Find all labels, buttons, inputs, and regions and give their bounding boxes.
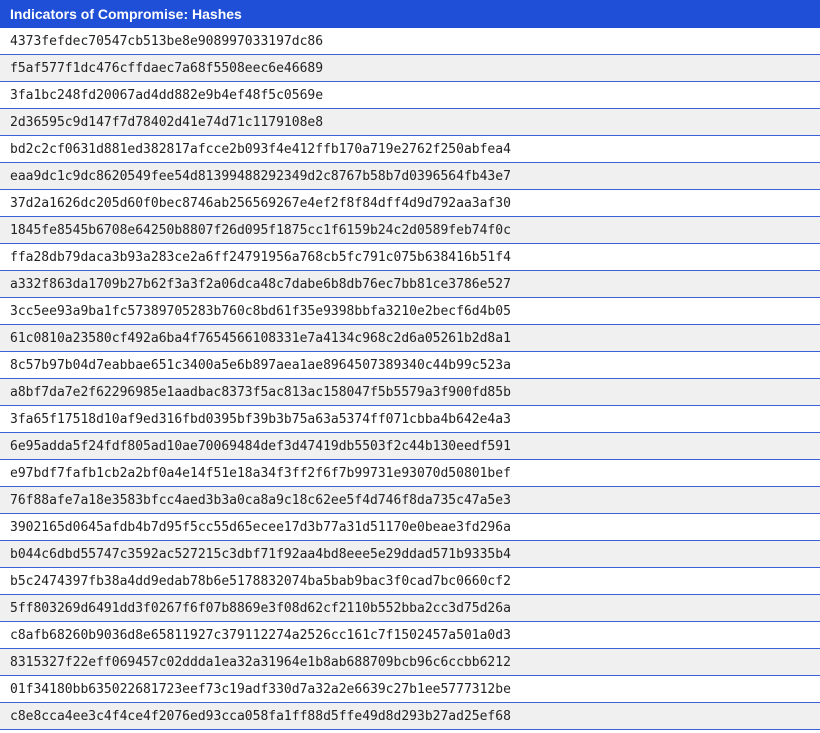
table-row: 8c57b97b04d7eabbae651c3400a5e6b897aea1ae… (0, 351, 820, 379)
hash-value: ffa28db79daca3b93a283ce2a6ff24791956a768… (0, 243, 820, 271)
hash-value: b044c6dbd55747c3592ac527215c3dbf71f92aa4… (0, 540, 820, 568)
hash-value: 3902165d0645afdb4b7d95f5cc55d65ecee17d3b… (0, 513, 820, 541)
table-row: 3902165d0645afdb4b7d95f5cc55d65ecee17d3b… (0, 513, 820, 541)
table-row: b5c2474397fb38a4dd9edab78b6e5178832074ba… (0, 567, 820, 595)
hash-value: e97bdf7fafb1cb2a2bf0a4e14f51e18a34f3ff2f… (0, 459, 820, 487)
table-row: b044c6dbd55747c3592ac527215c3dbf71f92aa4… (0, 540, 820, 568)
hash-value: b5c2474397fb38a4dd9edab78b6e5178832074ba… (0, 567, 820, 595)
table-row: 3cc5ee93a9ba1fc57389705283b760c8bd61f35e… (0, 297, 820, 325)
hash-value: 5ff803269d6491dd3f0267f6f07b8869e3f08d62… (0, 594, 820, 622)
hash-value: a332f863da1709b27b62f3a3f2a06dca48c7dabe… (0, 270, 820, 298)
table-row: e97bdf7fafb1cb2a2bf0a4e14f51e18a34f3ff2f… (0, 459, 820, 487)
hash-value: 3fa1bc248fd20067ad4dd882e9b4ef48f5c0569e (0, 81, 820, 109)
hash-value: 3cc5ee93a9ba1fc57389705283b760c8bd61f35e… (0, 297, 820, 325)
table-row: c8afb68260b9036d8e65811927c379112274a252… (0, 621, 820, 649)
table-row: 5ff803269d6491dd3f0267f6f07b8869e3f08d62… (0, 594, 820, 622)
hash-value: c8afb68260b9036d8e65811927c379112274a252… (0, 621, 820, 649)
hash-value: f5af577f1dc476cffdaec7a68f5508eec6e46689 (0, 54, 820, 82)
table-row: 76f88afe7a18e3583bfcc4aed3b3a0ca8a9c18c6… (0, 486, 820, 514)
table-row: 3fa65f17518d10af9ed316fbd0395bf39b3b75a6… (0, 405, 820, 433)
hash-value: 2d36595c9d147f7d78402d41e74d71c1179108e8 (0, 108, 820, 136)
table-header-row: Indicators of Compromise: Hashes (0, 0, 820, 28)
hash-value: 8315327f22eff069457c02ddda1ea32a31964e1b… (0, 648, 820, 676)
hash-value: 76f88afe7a18e3583bfcc4aed3b3a0ca8a9c18c6… (0, 486, 820, 514)
hash-value: bd2c2cf0631d881ed382817afcce2b093f4e412f… (0, 135, 820, 163)
hash-value: c8e8cca4ee3c4f4ce4f2076ed93cca058fa1ff88… (0, 702, 820, 730)
table-row: f5af577f1dc476cffdaec7a68f5508eec6e46689 (0, 54, 820, 82)
table-row: bd2c2cf0631d881ed382817afcce2b093f4e412f… (0, 135, 820, 163)
hash-value: 01f34180bb635022681723eef73c19adf330d7a3… (0, 675, 820, 703)
table-row: 37d2a1626dc205d60f0bec8746ab256569267e4e… (0, 189, 820, 217)
hash-value: 1845fe8545b6708e64250b8807f26d095f1875cc… (0, 216, 820, 244)
table-row: 4373fefdec70547cb513be8e908997033197dc86 (0, 27, 820, 55)
hash-value: eaa9dc1c9dc8620549fee54d81399488292349d2… (0, 162, 820, 190)
table-row: 01f34180bb635022681723eef73c19adf330d7a3… (0, 675, 820, 703)
table-row: 61c0810a23580cf492a6ba4f7654566108331e7a… (0, 324, 820, 352)
hash-value: a8bf7da7e2f62296985e1aadbac8373f5ac813ac… (0, 378, 820, 406)
table-row: c8e8cca4ee3c4f4ce4f2076ed93cca058fa1ff88… (0, 702, 820, 730)
hash-value: 3fa65f17518d10af9ed316fbd0395bf39b3b75a6… (0, 405, 820, 433)
table-row: 2d36595c9d147f7d78402d41e74d71c1179108e8 (0, 108, 820, 136)
table-row: 6e95adda5f24fdf805ad10ae70069484def3d474… (0, 432, 820, 460)
table-row: a332f863da1709b27b62f3a3f2a06dca48c7dabe… (0, 270, 820, 298)
hash-value: 6e95adda5f24fdf805ad10ae70069484def3d474… (0, 432, 820, 460)
hash-value: 37d2a1626dc205d60f0bec8746ab256569267e4e… (0, 189, 820, 217)
table-title: Indicators of Compromise: Hashes (0, 0, 820, 28)
hash-value: 4373fefdec70547cb513be8e908997033197dc86 (0, 27, 820, 55)
ioc-hashes-table: Indicators of Compromise: Hashes 4373fef… (0, 0, 820, 730)
hash-list: 4373fefdec70547cb513be8e908997033197dc86… (0, 27, 820, 730)
hash-value: 8c57b97b04d7eabbae651c3400a5e6b897aea1ae… (0, 351, 820, 379)
table-row: ffa28db79daca3b93a283ce2a6ff24791956a768… (0, 243, 820, 271)
table-row: a8bf7da7e2f62296985e1aadbac8373f5ac813ac… (0, 378, 820, 406)
table-row: 1845fe8545b6708e64250b8807f26d095f1875cc… (0, 216, 820, 244)
table-row: 8315327f22eff069457c02ddda1ea32a31964e1b… (0, 648, 820, 676)
hash-value: 61c0810a23580cf492a6ba4f7654566108331e7a… (0, 324, 820, 352)
table-row: 3fa1bc248fd20067ad4dd882e9b4ef48f5c0569e (0, 81, 820, 109)
table-row: eaa9dc1c9dc8620549fee54d81399488292349d2… (0, 162, 820, 190)
